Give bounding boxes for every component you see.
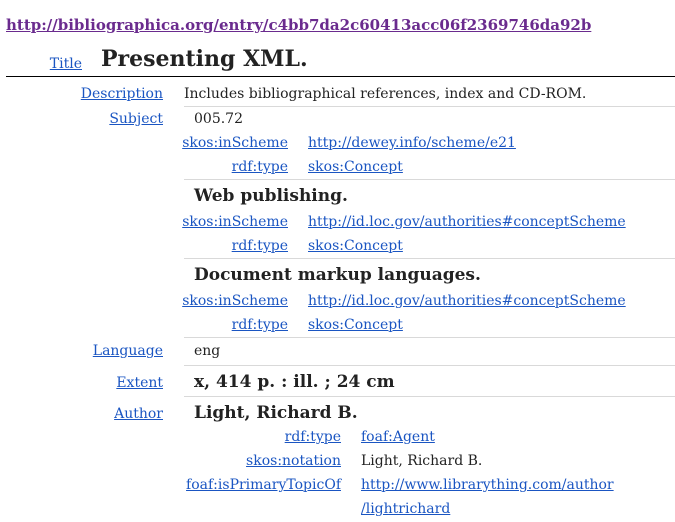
rdf-type-link[interactable]: rdf:type — [232, 159, 288, 175]
divider — [184, 337, 675, 338]
title-label-link[interactable]: Title — [50, 56, 82, 72]
foaf-isprimarytopicof-link[interactable]: foaf:isPrimaryTopicOf — [186, 477, 341, 493]
scheme-link[interactable]: http://dewey.info/scheme/e21 — [308, 135, 516, 151]
author-label-link[interactable]: Author — [114, 406, 163, 422]
librarything-link-cont[interactable]: /lightrichard — [361, 501, 450, 517]
concept-link[interactable]: skos:Concept — [308, 159, 403, 175]
concept-link[interactable]: skos:Concept — [308, 317, 403, 333]
skos-inscheme-link[interactable]: skos:inScheme — [182, 135, 288, 151]
extent-label-link[interactable]: Extent — [116, 375, 163, 391]
skos-inscheme-link[interactable]: skos:inScheme — [182, 214, 288, 230]
divider — [184, 179, 675, 180]
divider — [184, 365, 675, 366]
subject-label-link[interactable]: Subject — [109, 111, 163, 127]
librarything-link[interactable]: http://www.librarything.com/author — [361, 477, 614, 493]
concept-link[interactable]: skos:Concept — [308, 238, 403, 254]
subject-name: Document markup languages. — [194, 265, 481, 285]
entry-url-link[interactable]: http://bibliographica.org/entry/c4bb7da2… — [6, 16, 591, 34]
notation-value: Light, Richard B. — [361, 453, 483, 469]
scheme-link[interactable]: http://id.loc.gov/authorities#conceptSch… — [308, 214, 626, 230]
skos-notation-link[interactable]: skos:notation — [246, 453, 341, 469]
description-label-link[interactable]: Description — [81, 86, 163, 102]
rdf-type-link[interactable]: rdf:type — [232, 317, 288, 333]
subject-name: Web publishing. — [194, 186, 348, 206]
page-title: Presenting XML. — [101, 46, 308, 72]
scheme-link[interactable]: http://id.loc.gov/authorities#conceptSch… — [308, 293, 626, 309]
extent-value: x, 414 p. : ill. ; 24 cm — [194, 372, 395, 392]
foaf-agent-link[interactable]: foaf:Agent — [361, 429, 435, 445]
divider — [184, 396, 675, 397]
subject-name: 005.72 — [194, 111, 243, 127]
divider — [184, 258, 675, 259]
title-row: Title Presenting XML. — [6, 46, 675, 77]
divider — [184, 106, 675, 107]
rdf-type-link[interactable]: rdf:type — [232, 238, 288, 254]
rdf-type-link[interactable]: rdf:type — [285, 429, 341, 445]
author-name: Light, Richard B. — [194, 403, 358, 423]
language-label-link[interactable]: Language — [93, 343, 163, 359]
description-value: Includes bibliographical references, ind… — [184, 86, 587, 102]
skos-inscheme-link[interactable]: skos:inScheme — [182, 293, 288, 309]
language-value: eng — [194, 343, 221, 359]
